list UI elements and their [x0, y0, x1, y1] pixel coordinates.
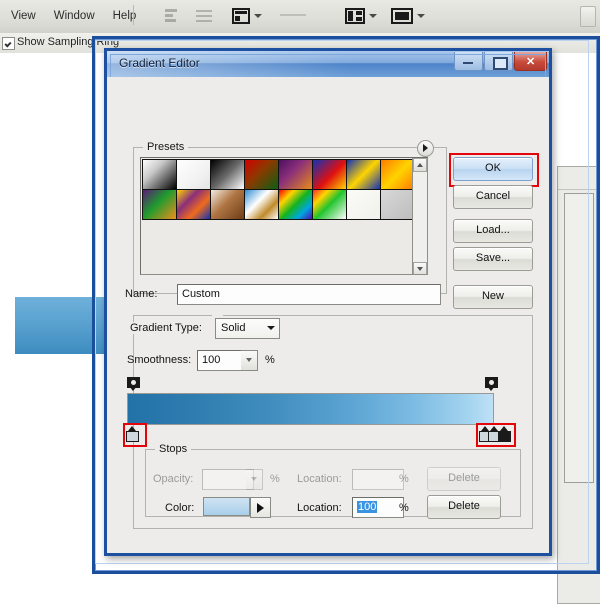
- align-left-icon: [160, 6, 182, 26]
- workspace-dropdown-arrow-icon[interactable]: [369, 14, 377, 18]
- screen: View Window Help Show Sampling Ring Grad…: [0, 0, 600, 604]
- preset-swatch-yellow-violet-orange-blue[interactable]: [175, 188, 211, 220]
- maximize-button[interactable]: [484, 52, 513, 71]
- close-icon: ✕: [526, 56, 536, 68]
- stops-label: Stops: [155, 443, 192, 455]
- dialog-body: Presets OK Cancel Load... Save... New Na…: [107, 77, 549, 553]
- smoothness-label: Smoothness:: [127, 354, 192, 366]
- menubar-divider: [133, 5, 134, 25]
- presets-list[interactable]: [140, 157, 428, 275]
- preset-swatch-neutral-density[interactable]: [379, 188, 415, 220]
- smoothness-unit: %: [265, 354, 275, 366]
- preset-swatch-violet-green-orange[interactable]: [141, 188, 177, 220]
- minimize-button[interactable]: [454, 52, 483, 71]
- new-button[interactable]: New: [453, 285, 533, 309]
- screen-mode-placeholder-icon: [278, 6, 306, 26]
- gradient-preview-fill: [128, 394, 493, 424]
- screen-mode-dropdown-arrow-icon[interactable]: [417, 14, 425, 18]
- color-location-input[interactable]: 100: [352, 497, 404, 518]
- preset-swatch-transparent-stripes[interactable]: [345, 188, 381, 220]
- menu-item-help[interactable]: Help: [104, 8, 146, 24]
- maximize-icon: [493, 57, 508, 70]
- save-button[interactable]: Save...: [453, 247, 533, 271]
- ok-button-highlight: [449, 153, 539, 187]
- menu-item-view[interactable]: View: [2, 8, 45, 24]
- dialog-title: Gradient Editor: [119, 56, 200, 70]
- color-swatch[interactable]: [203, 497, 250, 516]
- menu-bar: View Window Help: [2, 8, 145, 24]
- opacity-stop-left-dot: [131, 380, 136, 385]
- arrange-dropdown-arrow-icon[interactable]: [254, 14, 262, 18]
- presets-group: Presets: [133, 140, 447, 294]
- color-stop-left-body: [126, 431, 139, 442]
- cancel-button[interactable]: Cancel: [453, 185, 533, 209]
- gradient-preview-bar[interactable]: [127, 393, 494, 425]
- close-button[interactable]: ✕: [514, 52, 547, 71]
- minimize-icon: [463, 62, 473, 64]
- panel-expand-button[interactable]: [580, 6, 596, 27]
- app-menubar: View Window Help: [0, 0, 600, 34]
- opacity-unit: %: [270, 473, 280, 485]
- color-location-label: Location:: [297, 502, 342, 514]
- presets-flyout-button[interactable]: [417, 140, 434, 157]
- presets-label: Presets: [143, 141, 189, 153]
- opacity-stop-left-tip: [129, 386, 137, 391]
- gradient-type-label: Gradient Type:: [127, 322, 205, 334]
- opacity-stop-left[interactable]: [127, 377, 140, 391]
- show-sampling-ring-checkbox[interactable]: [2, 37, 15, 50]
- preset-swatch-blue-red-yellow[interactable]: [311, 158, 347, 190]
- opacity-location-label: Location:: [297, 473, 342, 485]
- preset-swatch-violet-orange[interactable]: [277, 158, 313, 190]
- gradient-type-select[interactable]: Solid: [215, 318, 280, 339]
- opacity-delete-button: Delete: [427, 467, 501, 491]
- arrange-documents-icon[interactable]: [230, 6, 252, 26]
- smoothness-spinner[interactable]: [241, 350, 258, 371]
- distribute-icon: [193, 6, 215, 26]
- preset-swatch-copper[interactable]: [209, 188, 245, 220]
- opacity-stop-right-dot: [489, 380, 494, 385]
- opacity-location-unit: %: [399, 473, 409, 485]
- color-dropdown-arrow-icon[interactable]: [250, 497, 271, 518]
- color-delete-button[interactable]: Delete: [427, 495, 501, 519]
- preset-swatch-black-white[interactable]: [209, 158, 245, 190]
- preset-swatch-chrome[interactable]: [243, 188, 279, 220]
- color-stop-left[interactable]: [126, 426, 139, 442]
- opacity-stop-right[interactable]: [485, 377, 498, 391]
- load-button[interactable]: Load...: [453, 219, 533, 243]
- presets-scrollbar[interactable]: [412, 158, 427, 274]
- preset-swatch-spectrum[interactable]: [277, 188, 313, 220]
- opacity-stop-right-tip: [487, 386, 495, 391]
- dialog-titlebar[interactable]: Gradient Editor ✕: [107, 51, 549, 78]
- color-location-unit: %: [399, 502, 409, 514]
- opacity-location-input: [352, 469, 404, 490]
- color-stop-right-c[interactable]: [498, 426, 511, 442]
- preset-swatch-red-green[interactable]: [243, 158, 279, 190]
- chevron-down-icon: [267, 326, 275, 330]
- preset-swatch-foreground-to-transparent[interactable]: [175, 158, 211, 190]
- preset-swatch-foreground-to-background[interactable]: [141, 158, 177, 190]
- opacity-spinner: [246, 469, 263, 490]
- color-stop-right-c-body: [498, 431, 511, 442]
- name-input[interactable]: Custom: [177, 284, 441, 305]
- scroll-down-icon[interactable]: [413, 262, 427, 274]
- presets-swatch-grid: [141, 158, 422, 220]
- preset-swatch-orange-yellow-orange[interactable]: [379, 158, 415, 190]
- scroll-up-icon[interactable]: [413, 158, 427, 172]
- menu-item-window[interactable]: Window: [45, 8, 104, 24]
- name-label: Name:: [125, 288, 158, 300]
- opacity-label: Opacity:: [153, 473, 194, 485]
- screen-mode-icon[interactable]: [390, 6, 413, 26]
- gradient-type-value: Solid: [221, 322, 246, 334]
- color-location-value: 100: [357, 501, 378, 513]
- window-buttons: ✕: [453, 52, 547, 71]
- workspace-switcher-icon[interactable]: [344, 6, 366, 26]
- gradient-editor-dialog: Gradient Editor ✕ Presets OK Cancel Load…: [104, 48, 552, 556]
- preset-swatch-blue-yellow-blue[interactable]: [345, 158, 381, 190]
- color-label: Color:: [165, 502, 195, 514]
- preset-swatch-transparent-rainbow[interactable]: [311, 188, 347, 220]
